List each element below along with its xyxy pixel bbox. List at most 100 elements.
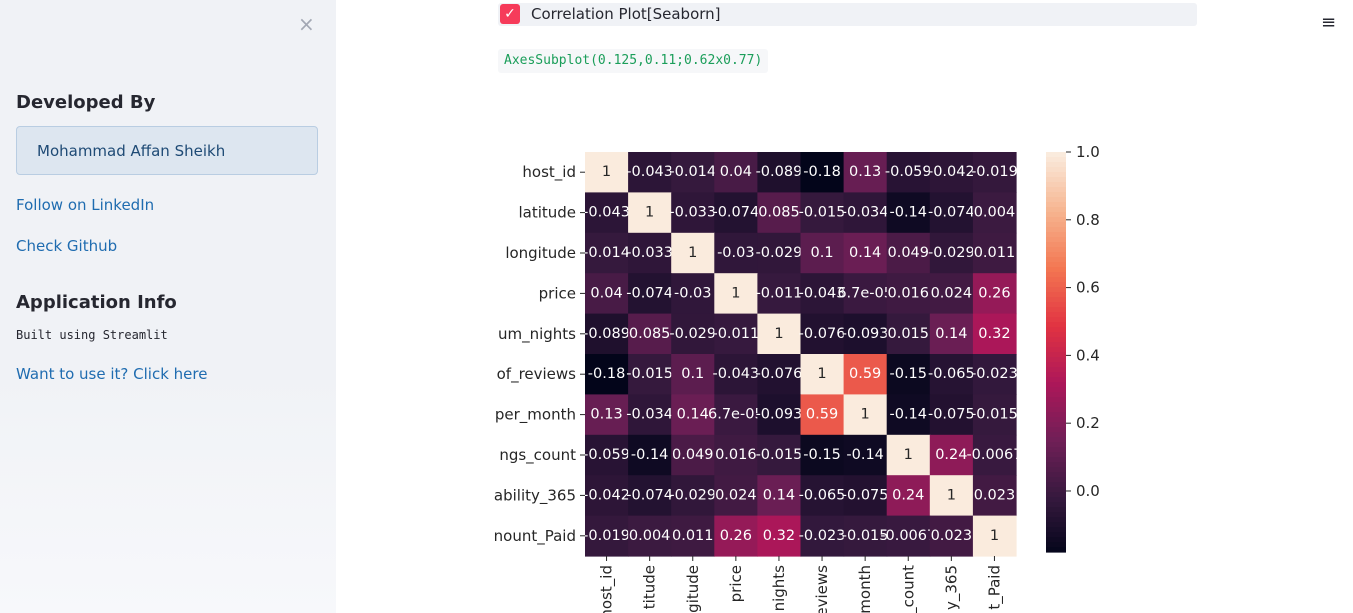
col-tick-label: host_id (598, 565, 617, 613)
colorbar-segment (1046, 537, 1066, 543)
heatmap-cell-label: -0.019 (583, 528, 630, 544)
heatmap-cell-label: 0.016 (715, 447, 757, 463)
col-tick-label: t_Paid (985, 565, 1004, 610)
colorbar-segment (1046, 312, 1066, 318)
colorbar-segment (1046, 187, 1066, 193)
colorbar-segment (1046, 457, 1066, 463)
heatmap-cell-label: -0.089 (583, 326, 630, 342)
heatmap-cell-label: -0.014 (583, 245, 630, 261)
colorbar-segment (1046, 317, 1066, 323)
colorbar-segment (1046, 337, 1066, 343)
heatmap-cell-label: 1 (990, 528, 999, 544)
heatmap-cell-label: -0.019 (971, 164, 1018, 180)
heatmap-cell-label: 1 (731, 285, 740, 301)
heatmap-cell-label: 0.049 (672, 447, 714, 463)
github-link[interactable]: Check Github (16, 237, 117, 255)
colorbar-segment (1046, 407, 1066, 413)
heatmap-cell-label: 1 (861, 407, 870, 423)
row-tick-label: longitude (505, 244, 576, 262)
colorbar-segment (1046, 462, 1066, 468)
heatmap-cell-label: 0.13 (849, 164, 881, 180)
colorbar-segment (1046, 522, 1066, 528)
heatmap-cell-label: -0.15 (803, 447, 841, 463)
colorbar-segment (1046, 197, 1066, 203)
colorbar-segment (1046, 477, 1066, 483)
heatmap-cell-label: 1 (774, 326, 783, 342)
col-tick-label: gitude (684, 565, 702, 613)
heatmap-cell-label: -0.074 (712, 205, 759, 221)
col-tick-label: nights (770, 565, 788, 612)
colorbar-segment (1046, 207, 1066, 213)
heatmap-cell-label: 0.085 (629, 326, 671, 342)
colorbar-segment (1046, 412, 1066, 418)
colorbar-segment (1046, 542, 1066, 548)
heatmap-cell-label: 1 (817, 366, 826, 382)
colorbar-segment (1046, 547, 1066, 553)
colorbar-segment (1046, 157, 1066, 163)
use-it-link[interactable]: Want to use it? Click here (16, 365, 207, 383)
heatmap-cell-label: 1 (645, 205, 654, 221)
colorbar-segment (1046, 192, 1066, 198)
col-tick-label: price (727, 565, 745, 602)
colorbar-segment (1046, 437, 1066, 443)
col-tick-label: eviews (813, 565, 831, 613)
colorbar-segment (1046, 252, 1066, 258)
col-tick-label: y_365 (942, 565, 961, 610)
heatmap-cell-label: -0.059 (583, 447, 630, 463)
heatmap-cell-label: -0.011 (712, 326, 759, 342)
colorbar-segment (1046, 217, 1066, 223)
heatmap-cell-label: 0.59 (849, 366, 881, 382)
colorbar-segment (1046, 302, 1066, 308)
heatmap-cell-label: 0.04 (590, 285, 622, 301)
correlation-heatmap: 1 -0.043-0.014 0.04 -0.089 -0.18 0.13 -0.059-0… (494, 143, 1100, 613)
heatmap-cell-label: -0.14 (889, 205, 927, 221)
heatmap-cell-label: 1 (947, 487, 956, 503)
heatmap-cell-label: 0.015 (887, 326, 929, 342)
heatmap-cell-label: 0.1 (681, 366, 704, 382)
colorbar-segment (1046, 182, 1066, 188)
colorbar-segment (1046, 487, 1066, 493)
correlation-plot-checkbox-row[interactable]: ✓ Correlation Plot[Seaborn] (498, 3, 1197, 26)
heatmap-cell-label: -0.093 (756, 407, 803, 423)
heatmap-cell-label: 0.14 (677, 407, 709, 423)
colorbar-segment (1046, 277, 1066, 283)
heatmap-cell-label: 0.023 (931, 528, 973, 544)
colorbar-segment (1046, 352, 1066, 358)
heatmap-cell-label: -0.011 (756, 285, 803, 301)
heatmap-cell-label: 0.26 (978, 285, 1010, 301)
colorbar-segment (1046, 267, 1066, 273)
heatmap-cell-label: -0.074 (626, 285, 673, 301)
colorbar-segment (1046, 242, 1066, 248)
colorbar-segment (1046, 332, 1066, 338)
colorbar-segment (1046, 362, 1066, 368)
colorbar-segment (1046, 167, 1066, 173)
heatmap-cell-label: 1 (688, 245, 697, 261)
heatmap-cell-label: -0.023 (799, 528, 846, 544)
colorbar-tick-label: 0.8 (1076, 211, 1100, 229)
heatmap-cell-label: 0.14 (763, 487, 795, 503)
colorbar-tick-label: 1.0 (1076, 143, 1100, 161)
heatmap-cell-label: -0.03 (717, 245, 755, 261)
heatmap-cell-label: -0.034 (626, 407, 673, 423)
heatmap-cell-label: 0.14 (849, 245, 881, 261)
colorbar-segment (1046, 517, 1066, 523)
hamburger-menu-icon[interactable]: ≡ (1321, 12, 1336, 33)
colorbar-segment (1046, 482, 1066, 488)
colorbar-segment (1046, 367, 1066, 373)
heatmap-cell-label: -0.042 (583, 487, 630, 503)
row-tick-label: nount_Paid (494, 527, 576, 546)
linkedin-link[interactable]: Follow on LinkedIn (16, 196, 154, 214)
heatmap-cell-label: 0.32 (978, 326, 1010, 342)
heatmap-cell-label: 0.32 (763, 528, 795, 544)
colorbar-segment (1046, 472, 1066, 478)
checkbox-label: Correlation Plot[Seaborn] (531, 5, 721, 23)
colorbar-segment (1046, 287, 1066, 293)
heatmap-cell-label: -0.0067 (880, 528, 936, 544)
heatmap-cell-label: -0.076 (799, 326, 846, 342)
checkbox-checked-icon[interactable]: ✓ (500, 4, 520, 24)
colorbar-segment (1046, 327, 1066, 333)
close-sidebar-icon[interactable]: × (298, 12, 315, 36)
colorbar-tick-label: 0.2 (1076, 414, 1100, 432)
heatmap-cell-label: -0.029 (669, 487, 716, 503)
axes-output-text: AxesSubplot(0.125,0.11;0.62x0.77) (498, 49, 769, 73)
